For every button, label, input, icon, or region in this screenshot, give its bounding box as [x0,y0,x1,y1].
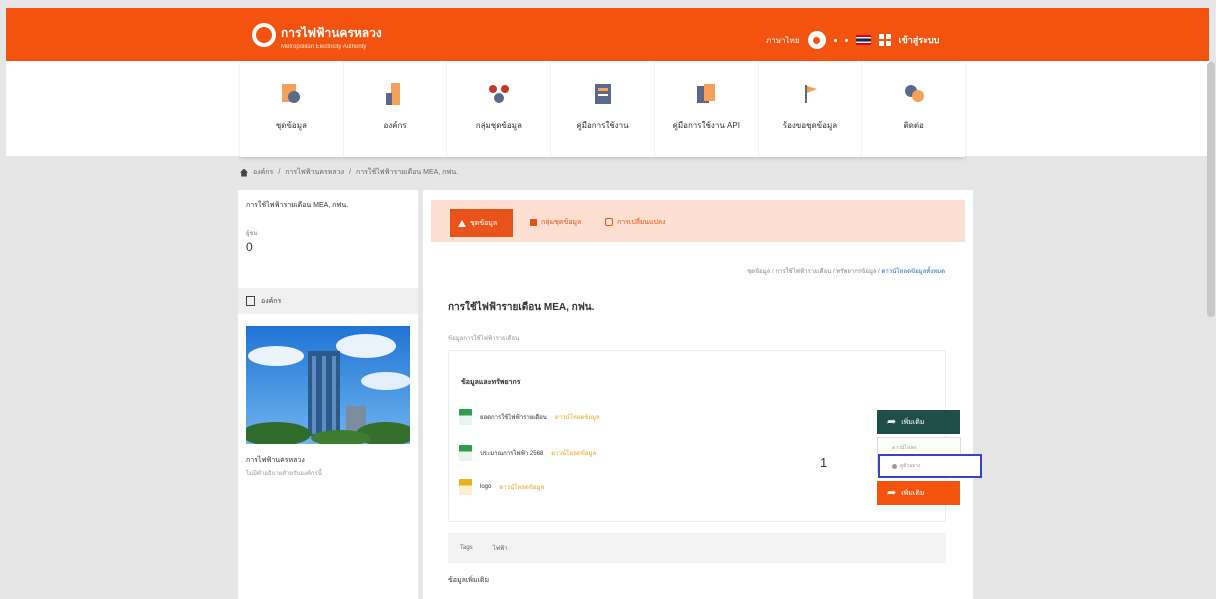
building-icon [246,296,255,306]
resource-item[interactable]: ประมาณการไฟฟ้า 2568 ดาวน์โหลดข้อมูล [459,445,596,461]
organization-section: องค์กร [238,288,418,314]
resource-item[interactable]: ยอดการใช้ไฟฟ้ารายเดือน ดาวน์โหลดข้อมูล [459,409,600,425]
tab-label: การเปลี่ยนแปลง [617,218,666,226]
explore-button[interactable]: ➦ เพิ่มเติม [877,410,960,434]
api-icon [697,84,716,103]
spreadsheet-icon [459,409,472,425]
organization-description: ไม่มีคำอธิบายสำหรับองค์กรนี้ [246,471,322,477]
sidebar: การใช้ไฟฟ้ารายเดือน MEA, กฟน. ผู้ชม 0 อง… [238,190,418,599]
nav-label: องค์กร [383,121,407,130]
nav-label: คู่มือการใช้งาน [576,121,629,130]
share-arrow-icon: ➦ [887,486,897,499]
sub-breadcrumb: ชุดข้อมูล / การใช้ไฟฟ้ารายเดือน / ทรัพยา… [747,266,945,276]
dropdown-item-preview[interactable]: ดูตัวอย่าง [878,454,982,478]
organization-icon [386,83,401,105]
nav-item-contact[interactable]: ติดต่อ [862,61,965,157]
dataset-title: การใช้ไฟฟ้ารายเดือน MEA, กฟน. [448,302,595,313]
nav-label: ร้องขอชุดข้อมูล [782,121,838,130]
resource-item[interactable]: logo ดาวน์โหลดข้อมูล [459,479,544,495]
header-actions: ภาษาไทย เข้าสู่ระบบ [766,31,939,49]
tab-groups[interactable]: กลุ่มชุดข้อมูล [530,212,581,232]
top-header: การไฟฟ้านครหลวง Metropolitan Electricity… [6,8,1209,61]
dropdown-item-download[interactable]: ดาวน์โหลด [892,444,917,452]
thai-flag-icon[interactable] [855,35,871,45]
contact-icon [904,85,924,102]
tab-dataset[interactable]: ชุดข้อมูล [450,209,513,237]
organization-name[interactable]: การไฟฟ้านครหลวง [246,455,305,466]
resource-format-tag: ดาวน์โหลดข้อมูล [554,415,600,421]
nav-item-request[interactable]: ร้องขอชุดข้อมูล [759,61,863,157]
resource-format-tag: ดาวน์โหลดข้อมูล [499,485,545,491]
dataset-tab-icon [458,219,466,227]
user-avatar-icon[interactable] [807,31,826,49]
apps-grid-icon[interactable] [878,34,891,46]
breadcrumb-item[interactable]: การไฟฟ้านครหลวง [285,167,344,178]
explore-button-orange[interactable]: ➦ เพิ่มเติม [877,481,960,505]
organization-image[interactable] [246,326,410,444]
sidebar-dataset-title: การใช้ไฟฟ้ารายเดือน MEA, กฟน. [246,202,349,209]
explore-dropdown: ดาวน์โหลด ดูตัวอย่าง [877,437,982,478]
home-icon[interactable] [240,168,248,177]
building-photo-icon [246,326,410,444]
spreadsheet-icon [459,445,472,461]
nav-item-api-manual[interactable]: คู่มือการใช้งาน API [655,61,759,157]
activity-tab-icon [605,218,613,226]
resources-panel: ข้อมูลและทรัพยากร ยอดการใช้ไฟฟ้ารายเดือน… [448,350,982,522]
group-icon [488,85,509,103]
nav-label: ติดต่อ [903,121,924,130]
preview-icon [892,463,897,469]
nav-label: คู่มือการใช้งาน API [672,121,740,130]
tag-item[interactable]: ไฟฟ้า [493,543,508,553]
brand-title: การไฟฟ้านครหลวง [281,26,382,40]
page-scrollbar[interactable] [1207,62,1215,317]
main-nav: ชุดข้อมูล องค์กร กลุ่มชุดข้อมูล คู่มือกา… [240,61,965,157]
nav-item-datasets[interactable]: ชุดข้อมูล [240,61,344,157]
additional-info-heading: ข้อมูลเพิ่มเติม [448,577,490,584]
resource-name[interactable]: ประมาณการไฟฟ้า 2568 [480,448,543,458]
views-count: 0 [246,240,253,254]
nav-item-organizations[interactable]: องค์กร [344,61,448,157]
separator-dot-icon [844,38,848,42]
login-link[interactable]: เข้าสู่ระบบ [899,33,940,47]
explore-button-label: เพิ่มเติม [901,418,925,426]
brand[interactable]: การไฟฟ้านครหลวง Metropolitan Electricity… [281,24,382,50]
dataset-icon [282,84,301,103]
request-icon [804,85,817,103]
manual-icon [594,84,611,104]
mea-logo-icon[interactable] [252,23,276,47]
tab-label: ชุดข้อมูล [470,219,498,227]
dataset-subtitle: ข้อมูลการใช้ไฟฟ้ารายเดือน [448,336,520,342]
resource-format-tag: ดาวน์โหลดข้อมูล [551,451,597,457]
tab-label: กลุ่มชุดข้อมูล [541,218,582,226]
breadcrumb-item[interactable]: การใช้ไฟฟ้ารายเดือน MEA, กฟน. [356,167,458,178]
views-label: ผู้ชม [246,231,258,237]
nav-item-manual[interactable]: คู่มือการใช้งาน [551,61,655,157]
main-content: ชุดข้อมูล กลุ่มชุดข้อมูล การเปลี่ยนแปลง … [423,190,982,599]
image-file-icon [459,479,472,495]
explore-button-label: เพิ่มเติม [901,489,925,497]
tags-label: Tags [460,545,473,551]
breadcrumb: องค์กร / การไฟฟ้านครหลวง / การใช้ไฟฟ้ารา… [240,167,458,178]
tab-activity[interactable]: การเปลี่ยนแปลง [605,212,666,232]
group-tab-icon [530,218,537,226]
nav-label: ชุดข้อมูล [275,121,307,130]
resource-name[interactable]: ยอดการใช้ไฟฟ้ารายเดือน [480,412,547,422]
step-number-annotation: 1 [820,455,828,470]
resource-name[interactable]: logo [480,484,491,490]
tags-bar: Tags ไฟฟ้า [448,533,946,563]
nav-item-groups[interactable]: กลุ่มชุดข้อมูล [447,61,552,157]
nav-label: กลุ่มชุดข้อมูล [475,121,522,130]
brand-subtitle: Metropolitan Electricity Authority [281,44,367,50]
organization-section-label: องค์กร [261,297,282,305]
language-label: ภาษาไทย [766,35,800,45]
dropdown-item-label: ดูตัวอย่าง [900,463,921,469]
sub-breadcrumb-active[interactable]: ดาวน์โหลดข้อมูลทั้งหมด [881,269,945,275]
separator-dot-icon [833,38,837,42]
sub-breadcrumb-path[interactable]: ชุดข้อมูล / การใช้ไฟฟ้ารายเดือน / ทรัพยา… [747,269,881,275]
breadcrumb-item[interactable]: องค์กร [253,167,273,178]
tab-bar: ชุดข้อมูล กลุ่มชุดข้อมูล การเปลี่ยนแปลง [431,200,965,242]
share-arrow-icon: ➦ [887,415,897,428]
resources-heading: ข้อมูลและทรัพยากร [461,379,521,386]
